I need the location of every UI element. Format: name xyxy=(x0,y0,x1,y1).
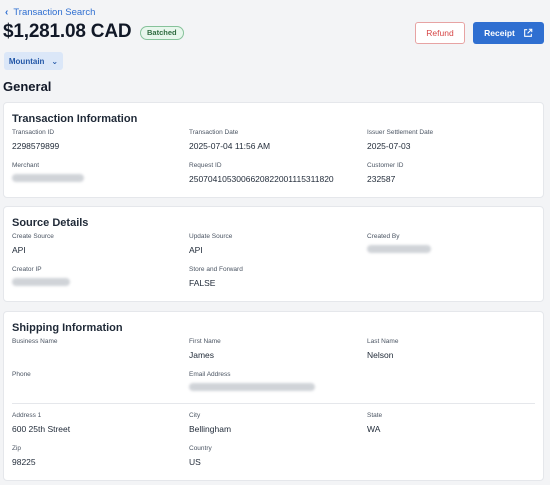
business-name-field: Business Name xyxy=(12,338,58,350)
status-badge: Batched xyxy=(140,26,184,40)
field-value: 2025-07-04 11:56 AM xyxy=(189,141,271,151)
field-label: Customer ID xyxy=(367,162,404,169)
chevron-left-icon: ‹ xyxy=(5,6,9,18)
field-label: Email Address xyxy=(189,371,231,378)
zip-field: Zip 98225 xyxy=(12,445,36,467)
field-label: Created By xyxy=(367,233,400,240)
refund-button-label: Refund xyxy=(426,28,454,38)
issuer-settlement-field: Issuer Settlement Date 2025-07-03 xyxy=(367,129,433,151)
receipt-button[interactable]: Receipt xyxy=(473,22,544,44)
create-source-field: Create Source API xyxy=(12,233,54,255)
redacted-value xyxy=(189,383,315,391)
field-label: Zip xyxy=(12,445,22,452)
transaction-date-field: Transaction Date 2025-07-04 11:56 AM xyxy=(189,129,270,151)
created-by-field: Created By xyxy=(367,233,431,255)
field-value: US xyxy=(189,457,201,467)
receipt-button-label: Receipt xyxy=(484,28,515,38)
breadcrumb-label[interactable]: Transaction Search xyxy=(13,7,95,18)
email-field: Email Address xyxy=(189,371,315,393)
last-name-field: Last Name Nelson xyxy=(367,338,398,360)
section-title: General xyxy=(3,79,52,94)
field-label: Creator IP xyxy=(12,266,42,273)
field-value: 2298579899 xyxy=(12,141,60,151)
field-value: Nelson xyxy=(367,350,394,360)
state-field: State WA xyxy=(367,412,382,434)
field-label: Request ID xyxy=(189,162,222,169)
transaction-amount: $1,281.08 CAD xyxy=(3,21,132,42)
merchant-field: Merchant xyxy=(12,162,84,184)
refund-button[interactable]: Refund xyxy=(415,22,465,44)
field-label: Transaction ID xyxy=(12,129,55,136)
redacted-value xyxy=(12,278,70,286)
field-label: Last Name xyxy=(367,338,399,345)
source-details-card: Source Details Create Source API Update … xyxy=(3,206,544,302)
update-source-field: Update Source API xyxy=(189,233,232,255)
field-value: FALSE xyxy=(189,278,216,288)
card-title: Transaction Information xyxy=(12,113,138,125)
timezone-dropdown[interactable]: Mountain ⌄ xyxy=(4,52,63,70)
card-title: Source Details xyxy=(12,217,89,229)
field-value: API xyxy=(12,245,26,255)
field-label: Phone xyxy=(12,371,31,378)
shipping-info-card: Shipping Information Business Name First… xyxy=(3,311,544,481)
field-label: Merchant xyxy=(12,162,40,169)
country-field: Country US xyxy=(189,445,212,467)
field-label: Business Name xyxy=(12,338,58,345)
redacted-value xyxy=(12,174,84,182)
external-link-icon xyxy=(523,28,533,37)
first-name-field: First Name James xyxy=(189,338,221,360)
city-field: City Bellingham xyxy=(189,412,231,434)
field-value: WA xyxy=(367,424,381,434)
field-value: 98225 xyxy=(12,457,36,467)
field-value: James xyxy=(189,350,215,360)
transaction-id-field: Transaction ID 2298579899 xyxy=(12,129,59,151)
store-and-forward-field: Store and Forward FALSE xyxy=(189,266,243,288)
field-label: First Name xyxy=(189,338,221,345)
customer-id-field: Customer ID 232587 xyxy=(367,162,403,184)
field-label: Country xyxy=(189,445,212,452)
field-value: 2507041053006620822001115311820 xyxy=(189,174,334,184)
field-value: 2025-07-03 xyxy=(367,141,411,151)
field-value: API xyxy=(189,245,203,255)
breadcrumb[interactable]: ‹ Transaction Search xyxy=(5,7,95,18)
card-title: Shipping Information xyxy=(12,322,123,334)
field-label: Update Source xyxy=(189,233,233,240)
field-label: Transaction Date xyxy=(189,129,239,136)
field-label: State xyxy=(367,412,383,419)
redacted-value xyxy=(367,245,431,253)
transaction-info-card: Transaction Information Transaction ID 2… xyxy=(3,102,544,198)
divider xyxy=(12,403,535,404)
field-label: Create Source xyxy=(12,233,54,240)
chevron-down-icon: ⌄ xyxy=(51,56,59,66)
field-value: Bellingham xyxy=(189,424,232,434)
field-value: 600 25th Street xyxy=(12,424,71,434)
timezone-value: Mountain xyxy=(8,56,45,66)
creator-ip-field: Creator IP xyxy=(12,266,70,288)
request-id-field: Request ID 25070410530066208220011153118… xyxy=(189,162,334,184)
field-label: Store and Forward xyxy=(189,266,243,273)
field-value: 232587 xyxy=(367,174,396,184)
address1-field: Address 1 600 25th Street xyxy=(12,412,70,434)
phone-field: Phone xyxy=(12,371,31,383)
field-label: City xyxy=(189,412,201,419)
field-label: Issuer Settlement Date xyxy=(367,129,434,136)
field-label: Address 1 xyxy=(12,412,42,419)
